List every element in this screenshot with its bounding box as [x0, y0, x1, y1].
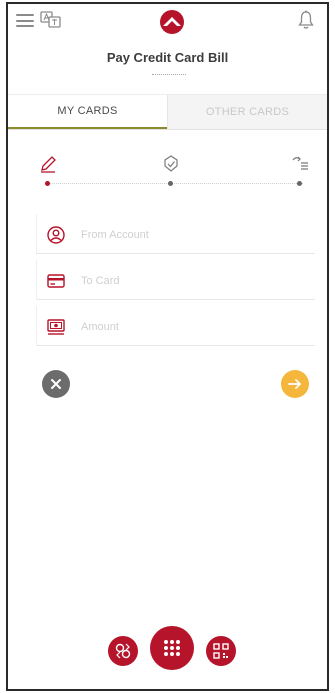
check-shield-icon [164, 155, 178, 172]
language-icon[interactable] [40, 10, 62, 30]
qr-code-button[interactable] [206, 636, 236, 666]
progress-stepper [8, 154, 327, 194]
card-tabs: MY CARDS OTHER CARDS [8, 94, 327, 130]
top-bar [8, 4, 327, 36]
bottom-nav [8, 614, 327, 684]
step-indicator-active [45, 181, 50, 186]
step-edit [36, 154, 60, 190]
tab-other-cards[interactable]: OTHER CARDS [167, 95, 327, 129]
step-review [288, 154, 312, 190]
cancel-button[interactable] [42, 370, 70, 398]
transfer-button[interactable] [108, 636, 138, 666]
next-button[interactable] [281, 370, 309, 398]
arrow-right-icon [288, 379, 301, 389]
edit-icon [41, 156, 56, 173]
user-circle-icon [47, 226, 65, 244]
app-frame: Pay Credit Card Bill MY CARDS OTHER CARD… [6, 2, 329, 691]
qr-code-icon [213, 643, 229, 659]
title-divider [152, 74, 186, 76]
amount-input[interactable] [81, 318, 301, 336]
from-account-field[interactable] [36, 214, 315, 254]
page-title: Pay Credit Card Bill [106, 50, 229, 65]
menu-icon[interactable] [16, 14, 34, 27]
step-indicator [297, 181, 302, 186]
logo-icon [160, 10, 184, 34]
main-menu-button[interactable] [150, 626, 194, 670]
tab-my-cards[interactable]: MY CARDS [8, 95, 167, 129]
to-card-input[interactable] [81, 272, 301, 290]
review-list-icon [292, 156, 308, 170]
bell-icon[interactable] [297, 10, 315, 30]
grid-menu-icon [164, 640, 180, 656]
amount-field[interactable] [36, 306, 315, 346]
cash-icon [47, 319, 65, 335]
close-icon [51, 379, 61, 389]
credit-card-icon [47, 274, 65, 288]
step-indicator [168, 181, 173, 186]
to-card-field[interactable] [36, 260, 315, 300]
from-account-input[interactable] [81, 226, 301, 244]
transfer-icon [115, 643, 131, 659]
step-verify [159, 154, 183, 190]
